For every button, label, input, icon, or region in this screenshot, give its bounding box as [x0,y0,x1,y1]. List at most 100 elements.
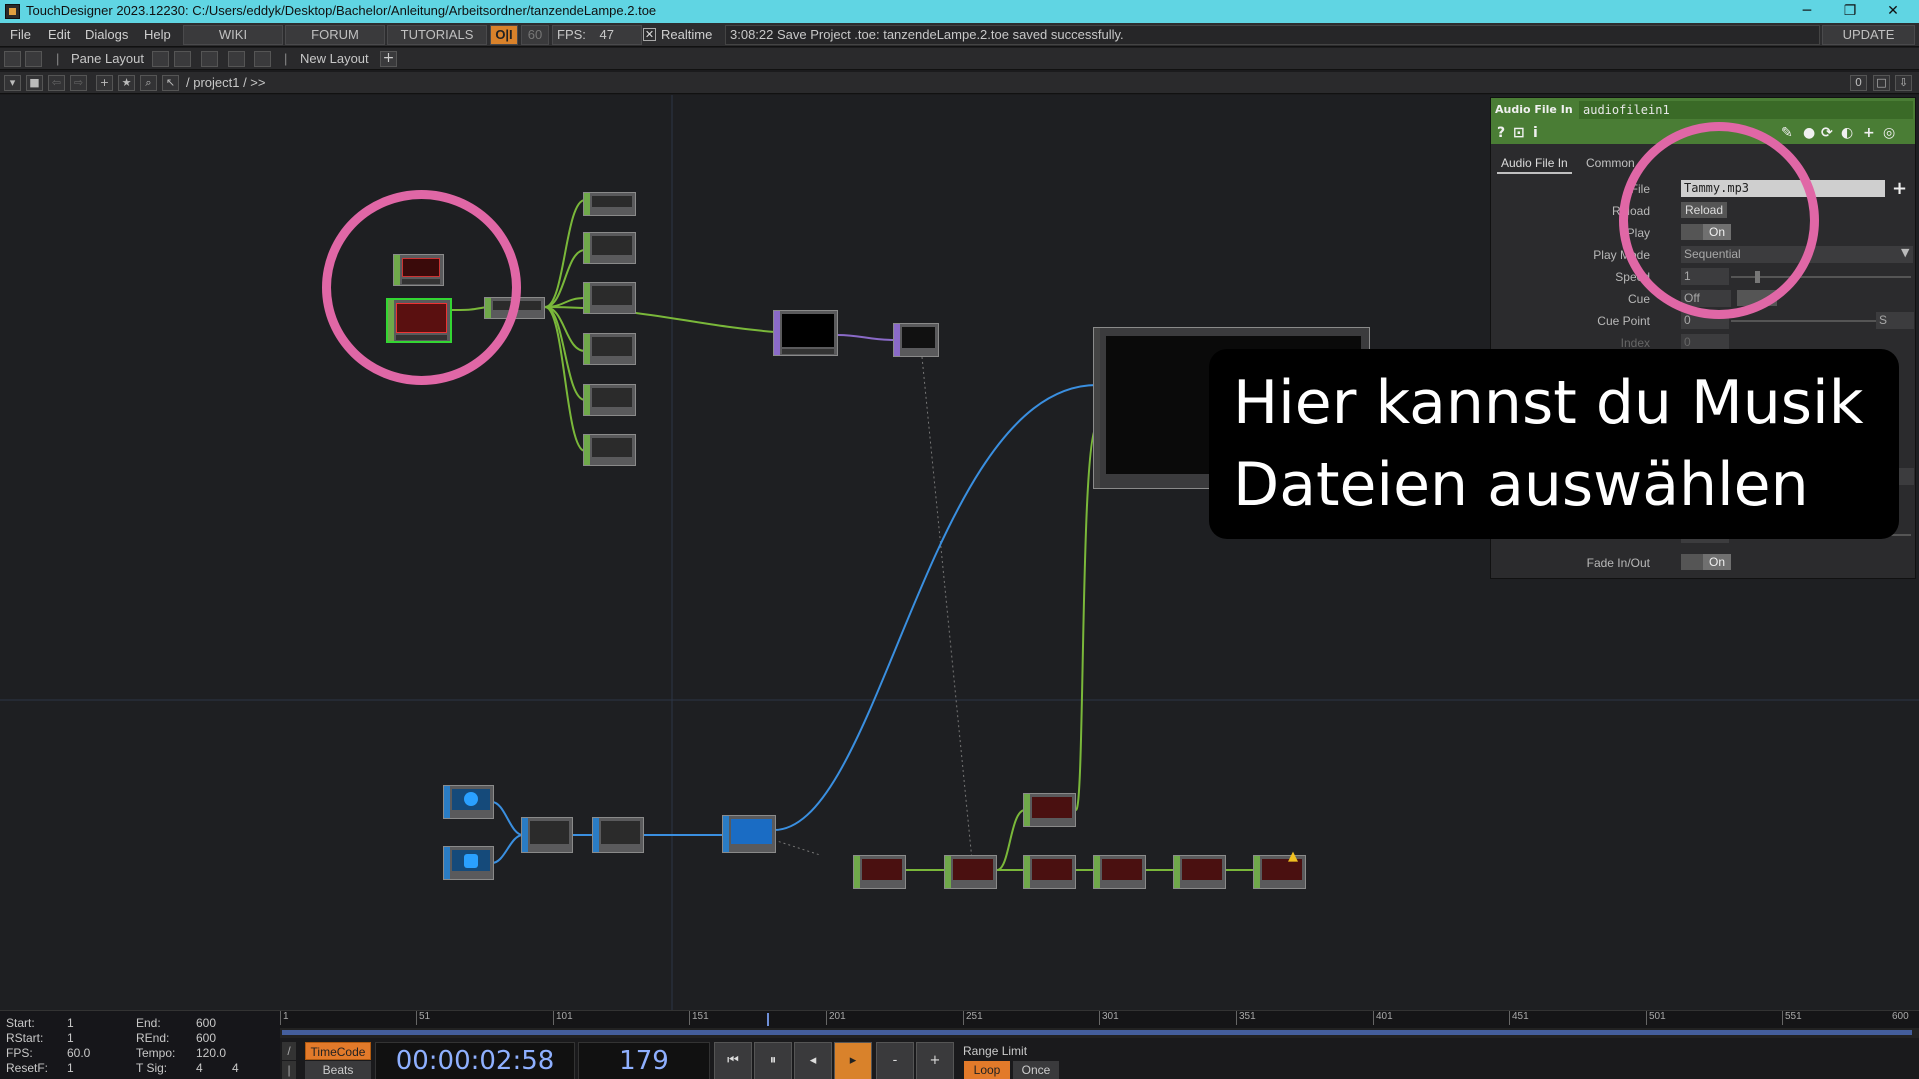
tsig-b[interactable]: 4 [232,1061,239,1075]
timeline-ruler[interactable]: 1 51 101 151 201 251 301 351 401 451 501… [280,1011,1919,1028]
tick: 551 [1782,1011,1802,1025]
tutorials-button[interactable]: TUTORIALS [387,25,487,45]
target-icon[interactable]: ◎ [1883,125,1895,141]
play-icon[interactable]: ▸ [834,1042,872,1079]
realtime-checkbox[interactable]: ✕ [643,28,656,41]
pause-icon[interactable]: ⏸ [754,1042,792,1079]
once-button[interactable]: Once [1013,1061,1059,1079]
timeline-range-bar[interactable] [280,1028,1919,1038]
back-arrow-icon[interactable]: ⇦ [48,75,65,91]
minimize-button[interactable]: ─ [1787,1,1827,22]
close-button[interactable]: ✕ [1873,1,1913,22]
loop-button[interactable]: Loop [964,1061,1010,1079]
parent-icon[interactable]: ↖ [162,75,179,91]
chop-to-top-node[interactable] [773,310,838,356]
rend-label: REnd: [136,1031,170,1045]
time-display[interactable]: 00:00:02:58 [375,1042,575,1079]
fade-label: Fade In/Out [1586,556,1650,570]
help-icon[interactable]: ? [1497,125,1505,141]
menu-help[interactable]: Help [144,27,171,42]
cuepoint-unit[interactable]: S [1876,312,1914,329]
beats-button[interactable]: Beats [305,1061,371,1079]
rend-value[interactable]: 600 [196,1031,216,1045]
chevron-down-icon[interactable]: ▾ [4,75,21,91]
tab-audio-file-in[interactable]: Audio File In [1497,154,1572,174]
comment-icon[interactable]: ● [1803,125,1815,141]
pane-split-icon[interactable] [4,51,21,67]
step-plus-button[interactable]: + [916,1042,954,1079]
chain-node-2[interactable] [944,855,997,889]
file-browse-icon[interactable]: + [1892,178,1907,199]
cuepoint-slider[interactable] [1731,320,1891,322]
chain-node-1[interactable] [853,855,906,889]
tsig-a[interactable]: 4 [196,1061,203,1075]
timeline-toggle-1[interactable]: / [282,1042,296,1060]
layout-triple-icon[interactable] [228,51,245,67]
transform-sop-node[interactable] [592,817,644,853]
forward-arrow-icon[interactable]: ⇨ [70,75,87,91]
add-icon[interactable]: + [96,75,113,91]
python-help-icon[interactable]: ⊡ [1513,125,1525,141]
band-node-6[interactable] [583,434,636,466]
resetf-value[interactable]: 1 [67,1061,74,1075]
network-path[interactable]: / project1 / >> [186,75,266,90]
anchor-icon[interactable] [25,51,42,67]
end-value[interactable]: 600 [196,1016,216,1030]
fps-cap-button[interactable]: 60 [521,25,549,45]
band-node-2[interactable] [583,232,636,264]
band-node-1[interactable] [583,192,636,216]
menu-bar: File Edit Dialogs Help WIKI FORUM TUTORI… [0,23,1919,47]
chain-node-7[interactable] [1253,855,1306,889]
search-icon[interactable]: ⌕ [140,75,157,91]
info-icon[interactable]: i [1533,125,1538,141]
frame-display[interactable]: 179 [578,1042,710,1079]
timecode-button[interactable]: TimeCode [305,1042,371,1060]
layout-single-icon[interactable] [152,51,169,67]
geo-comp-node[interactable] [722,815,776,853]
chain-node-5[interactable] [1093,855,1146,889]
add-param-icon[interactable]: + [1863,125,1875,141]
chain-node-4[interactable] [1023,855,1076,889]
band-node-5[interactable] [583,384,636,416]
wiki-button[interactable]: WIKI [183,25,283,45]
dock-icon[interactable]: ⇩ [1895,75,1912,91]
tick: 401 [1373,1011,1393,1025]
top-null-node[interactable] [893,323,939,357]
clone-icon[interactable]: ⟳ [1821,125,1833,141]
fade-toggle[interactable]: On [1681,554,1731,570]
star-icon[interactable]: ★ [118,75,135,91]
layout-quad-icon[interactable] [254,51,271,67]
menu-file[interactable]: File [10,27,31,42]
layout-hsplit-icon[interactable] [201,51,218,67]
maximize-pane-icon[interactable]: □ [1873,75,1890,91]
power-toggle[interactable]: O|I [490,25,518,45]
layout-vsplit-icon[interactable] [174,51,191,67]
maximize-button[interactable]: ❐ [1830,1,1870,22]
pane-layout-label: Pane Layout [71,51,145,66]
python-icon[interactable]: ◐ [1841,125,1853,141]
menu-dialogs[interactable]: Dialogs [85,27,128,42]
update-button[interactable]: UPDATE [1822,25,1915,45]
edit-icon[interactable]: ✎ [1781,125,1793,141]
merge-sop-node[interactable] [521,817,573,853]
start-value[interactable]: 1 [67,1016,74,1030]
op-name-field[interactable]: audiofilein1 [1579,101,1913,119]
tempo-value[interactable]: 120.0 [196,1046,226,1060]
timeline-toggle-2[interactable]: | [282,1061,296,1079]
fps-value[interactable]: 60.0 [67,1046,90,1060]
rstart-value[interactable]: 1 [67,1031,74,1045]
band-node-4[interactable] [583,333,636,365]
title-bar: TouchDesigner 2023.12230: C:/Users/eddyk… [0,0,1919,23]
menu-edit[interactable]: Edit [48,27,70,42]
chain-node-6[interactable] [1173,855,1226,889]
playhead[interactable] [767,1013,769,1026]
step-back-icon[interactable]: ◂ [794,1042,832,1079]
chain-node-3[interactable] [1023,793,1076,827]
step-minus-button[interactable]: - [876,1042,914,1079]
tab-common[interactable]: Common [1582,154,1639,172]
forum-button[interactable]: FORUM [285,25,385,45]
stop-icon[interactable]: ■ [26,75,43,91]
rewind-icon[interactable]: ⏮ [714,1042,752,1079]
band-node-3[interactable] [583,282,636,314]
add-layout-icon[interactable]: + [380,51,397,67]
